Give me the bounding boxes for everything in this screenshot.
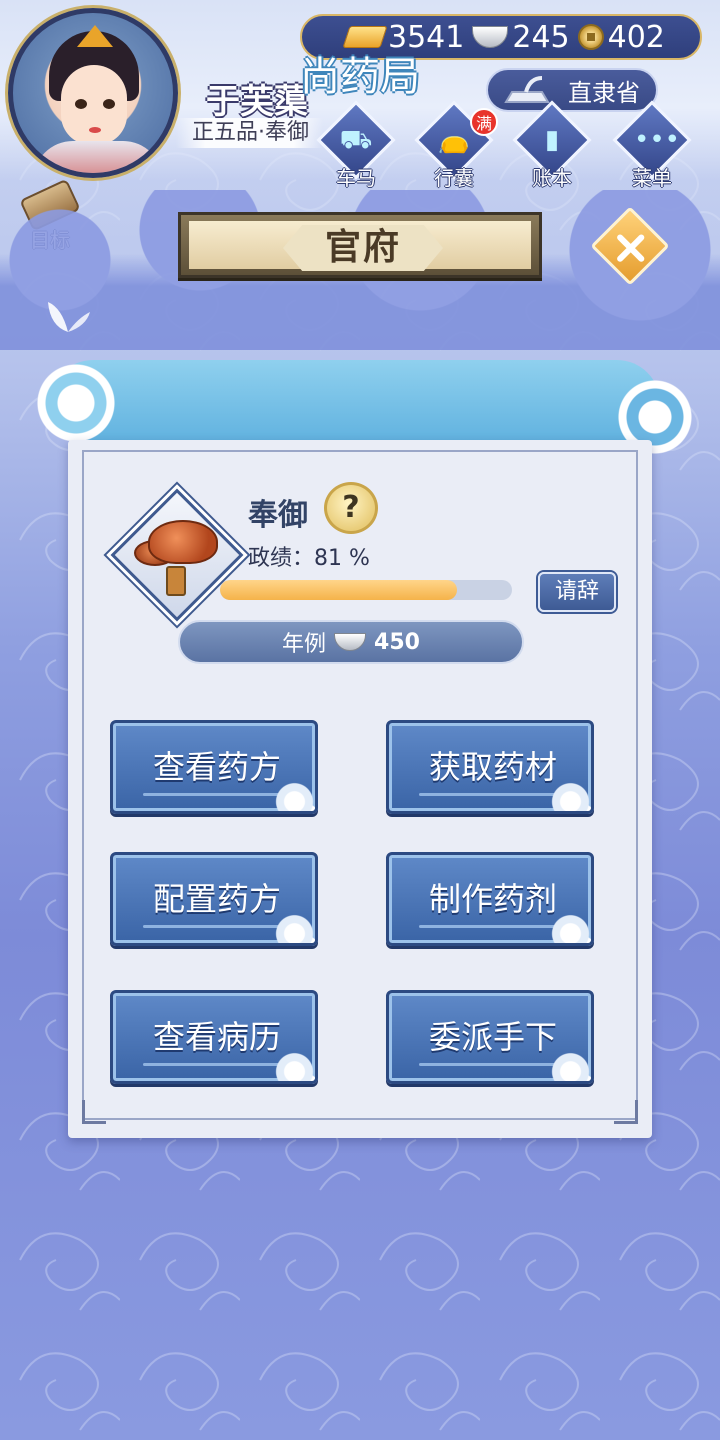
bag-button[interactable]: 👝 行囊 满 <box>414 100 498 190</box>
bag-full-badge: 满 <box>470 108 498 136</box>
compose-prescription-button[interactable]: 配置药方 <box>110 852 318 946</box>
ledger-icon: ▮ <box>544 125 560 155</box>
button-label: 制作药剂 <box>428 880 557 918</box>
office-plaque: 官府 <box>178 212 542 278</box>
assign-subordinates-button[interactable]: 委派手下 <box>386 990 594 1084</box>
button-label: 查看病历 <box>152 1018 281 1056</box>
office-emblem <box>110 488 244 622</box>
carriage-icon: ⛟ <box>339 125 373 155</box>
avatar-robe <box>33 141 163 173</box>
button-label: 查看药方 <box>152 748 281 786</box>
silver-ingot-icon <box>334 633 367 651</box>
carriage-button[interactable]: ⛟ 车马 <box>316 100 396 190</box>
tag-icon <box>166 566 186 596</box>
button-label: 委派手下 <box>428 1018 557 1056</box>
help-button[interactable]: ? <box>324 482 378 534</box>
cloud-curl-left <box>10 348 130 448</box>
button-label: 配置药方 <box>152 880 281 918</box>
ledger-label: 账本 <box>532 166 572 190</box>
plaque-title: 官府 <box>324 227 401 268</box>
progress-fill <box>220 580 457 600</box>
avatar-lips <box>89 127 101 133</box>
frame-corner <box>614 1100 638 1124</box>
gather-herbs-button[interactable]: 获取药材 <box>386 720 594 814</box>
player-rank: 正五品·奉御 <box>176 118 323 148</box>
performance-progress-bar <box>220 580 512 600</box>
ledger-button[interactable]: ▮ 账本 <box>512 100 592 190</box>
performance-label: 政绩：81 % <box>248 546 370 571</box>
menu-button[interactable]: ••• 菜单 <box>612 100 692 190</box>
bag-icon: 👝 <box>437 125 471 155</box>
header-cloud <box>50 360 660 446</box>
panel-title: 尚药局 <box>300 54 420 100</box>
menu-dots-icon: ••• <box>634 125 681 155</box>
button-label: 获取药材 <box>428 748 557 786</box>
view-prescriptions-button[interactable]: 查看药方 <box>110 720 318 814</box>
official-title: 奉御 <box>248 498 308 533</box>
panel-header <box>10 338 710 462</box>
salary-value: 450 <box>374 629 420 655</box>
view-medical-records-button[interactable]: 查看病历 <box>110 990 318 1084</box>
menu-label: 菜单 <box>632 166 672 190</box>
make-medicine-button[interactable]: 制作药剂 <box>386 852 594 946</box>
resign-button[interactable]: 请辞 <box>538 572 616 612</box>
bag-label: 行囊 <box>434 166 474 190</box>
lingzhi-icon <box>148 520 218 564</box>
annual-salary: 年例 450 <box>178 620 524 664</box>
butterfly-icon <box>48 302 90 332</box>
carriage-label: 车马 <box>336 166 376 190</box>
salary-label: 年例 <box>282 632 327 657</box>
frame-corner <box>82 1100 106 1124</box>
